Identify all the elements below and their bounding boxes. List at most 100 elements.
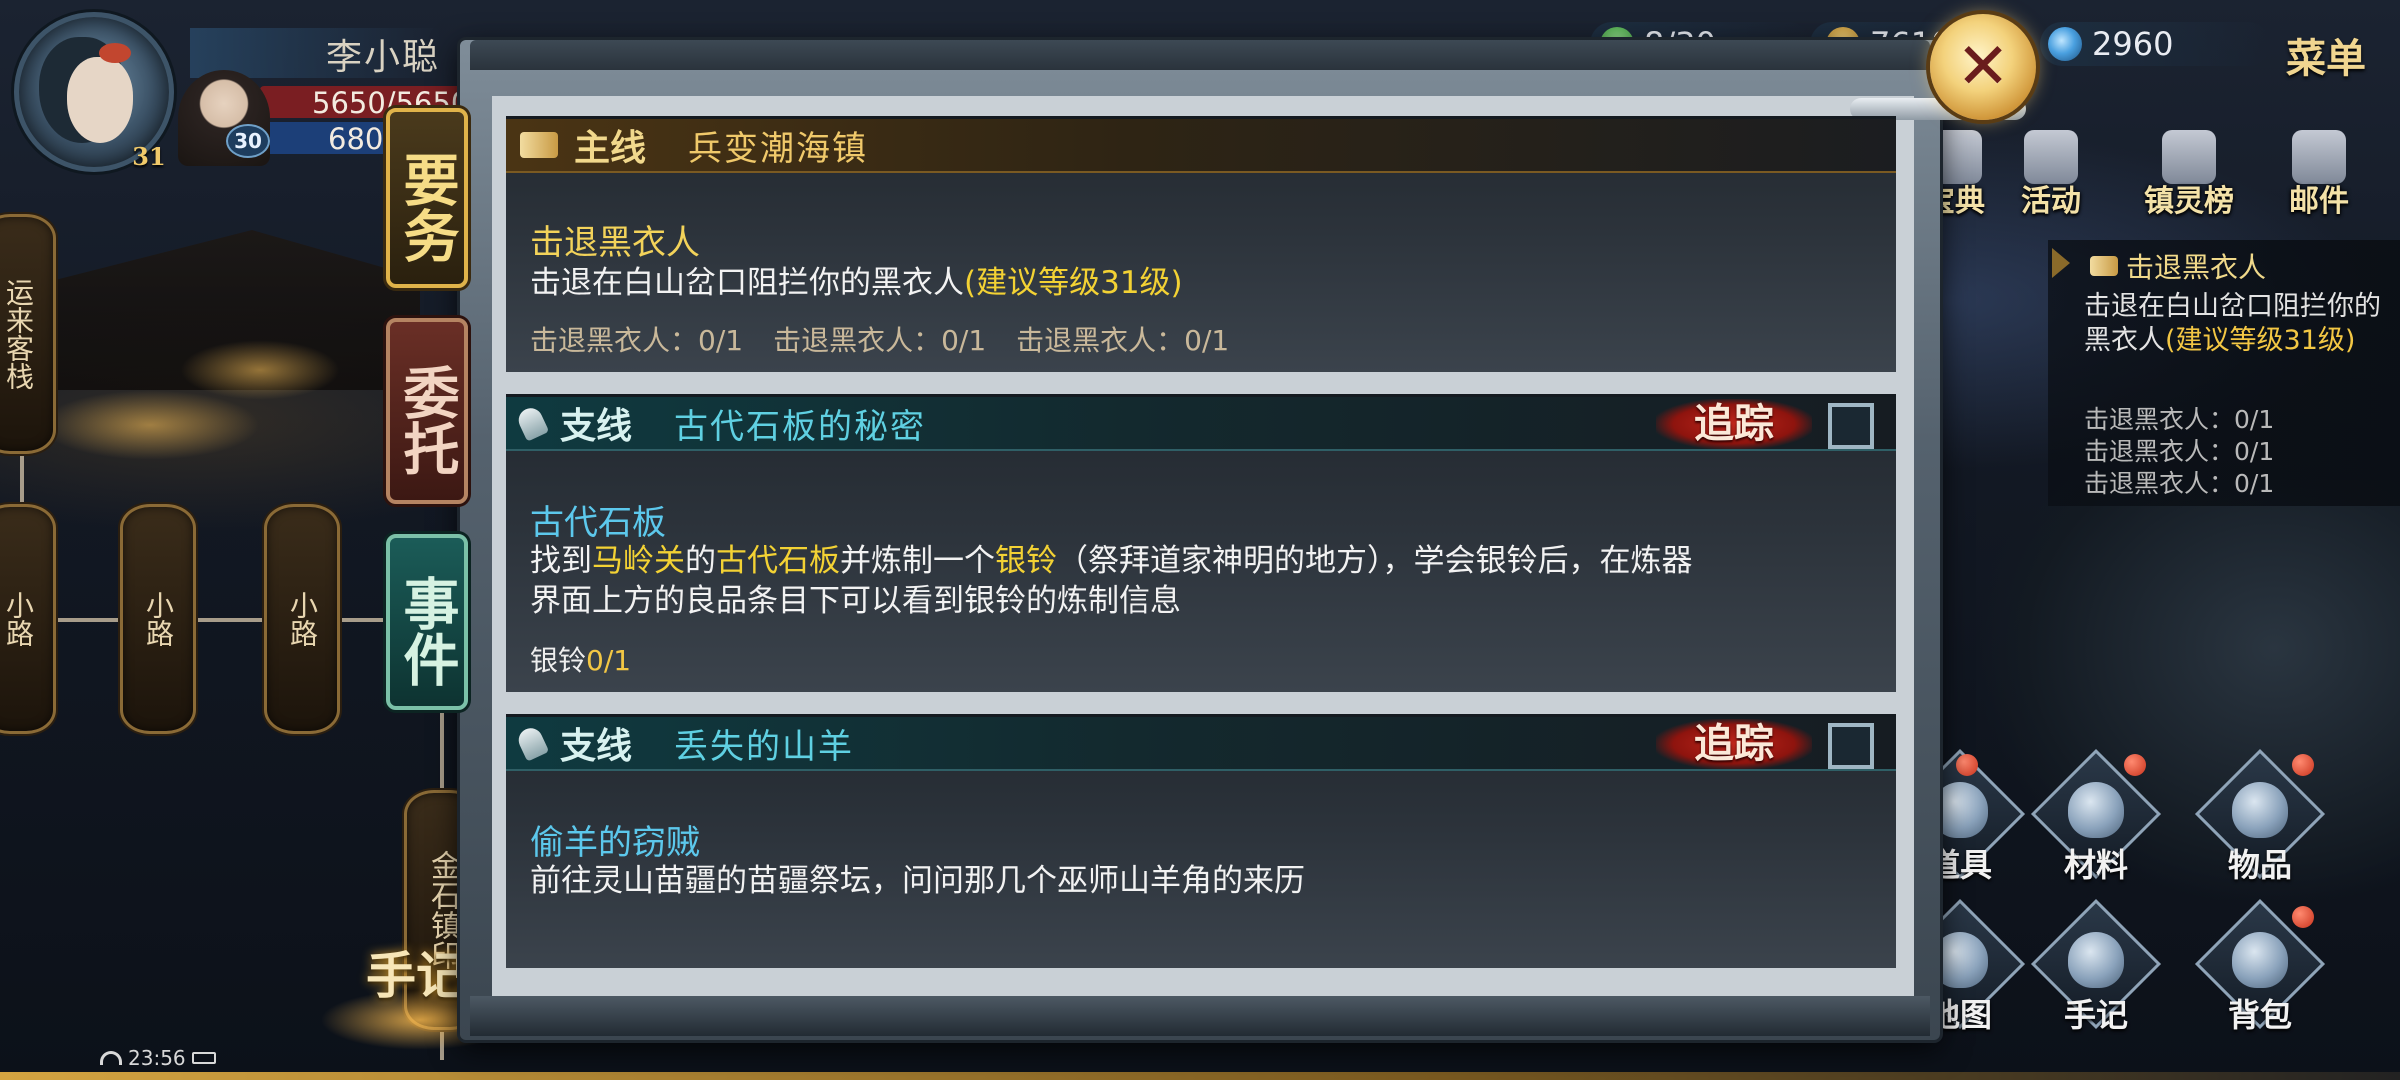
player-level: 31 <box>132 142 166 171</box>
quest-recommend: (建议等级31级) <box>964 265 1183 301</box>
item-bag-icon <box>2232 782 2288 838</box>
material-bag-icon <box>2068 782 2124 838</box>
map-node-path-1[interactable]: 小路 <box>0 504 56 734</box>
bag-label: 物品 <box>2227 846 2292 884</box>
scroll-icon <box>520 132 558 158</box>
lit-window <box>40 390 260 460</box>
track-button[interactable]: 追踪 <box>1656 719 1812 769</box>
quest-category: 支线 <box>560 725 633 767</box>
tracker-objective: 击退黑衣人：0/1 <box>2084 405 2275 434</box>
tab-delegations[interactable]: 委托 <box>386 318 468 504</box>
menu-button[interactable]: 菜单 <box>2286 26 2366 84</box>
tracker-desc: 击退在白山岔口阻拦你的黑衣人(建议等级31级) <box>2084 290 2384 358</box>
desc-segment: 并炼制一个 <box>840 543 995 579</box>
quest-card-side-2[interactable]: 支线 丢失的山羊 追踪 偷羊的窃贼 前往灵山苗疆的苗疆祭坛，问问那几个巫师山羊角… <box>506 714 1896 968</box>
status-bar: 23:56 <box>100 1046 216 1070</box>
tracker-objective: 击退黑衣人：0/1 <box>2084 469 2275 498</box>
gem-display: 2960 <box>2048 22 2173 66</box>
brush-icon <box>514 724 550 762</box>
top-icon-label: 镇灵榜 <box>2144 184 2234 219</box>
desc-highlight: 银铃 <box>995 543 1057 579</box>
quest-header: 支线 古代石板的秘密 追踪 <box>506 397 1896 451</box>
close-icon: ✕ <box>1956 30 2010 104</box>
tracker-objective: 击退黑衣人：0/1 <box>2084 437 2275 466</box>
bag-button-items[interactable]: 物品 <box>2194 748 2326 884</box>
tracker-recommend: (建议等级31级) <box>2165 325 2356 356</box>
map-node-path-3[interactable]: 小路 <box>264 504 340 734</box>
quest-objective: 击退黑衣人：0/1 <box>773 324 987 357</box>
quest-progress: 银铃0/1 <box>530 639 631 679</box>
quest-header: 主线 兵变潮海镇 <box>506 119 1896 173</box>
top-icon-label: 邮件 <box>2289 184 2349 219</box>
quest-title: 偷羊的窃贼 <box>530 823 700 863</box>
notification-dot <box>2292 906 2314 928</box>
top-icon-activity[interactable]: 活动 <box>1996 130 2106 219</box>
bag-label: 材料 <box>2063 846 2128 884</box>
quest-desc-text: 击退在白山岔口阻拦你的黑衣人 <box>530 265 964 301</box>
quest-chapter: 古代石板的秘密 <box>674 406 927 447</box>
close-button[interactable]: ✕ <box>1930 14 2036 120</box>
quest-objective: 击退黑衣人：0/1 <box>530 324 744 357</box>
avatar-face <box>67 57 133 143</box>
quest-desc: 前往灵山苗疆的苗疆祭坛，问问那几个巫师山羊角的来历 <box>530 863 1305 899</box>
backpack-icon <box>2232 932 2288 988</box>
journal-icon <box>2068 932 2124 988</box>
quest-header: 支线 丢失的山羊 追踪 <box>506 717 1896 771</box>
desc-highlight: 古代石板 <box>716 543 840 579</box>
journal-button-label: 手记 <box>366 946 466 1005</box>
notification-dot <box>1956 754 1978 776</box>
track-button[interactable]: 追踪 <box>1656 399 1812 449</box>
map-icon <box>1932 932 1988 988</box>
companion-level: 30 <box>226 124 270 158</box>
tracker-title-text: 击退黑衣人 <box>2126 251 2267 284</box>
quest-card-main[interactable]: 主线 兵变潮海镇 击退黑衣人 击退在白山岔口阻拦你的黑衣人(建议等级31级) 击… <box>506 116 1896 372</box>
bag-label: 背包 <box>2227 996 2292 1034</box>
dialog-top-rod <box>470 40 1930 70</box>
desc-segment: 的 <box>685 543 716 579</box>
tracker-title[interactable]: 击退黑衣人 <box>2090 246 2266 286</box>
gem-icon <box>2048 27 2082 61</box>
quest-title: 击退黑衣人 <box>530 223 700 263</box>
tab-label: 委托 <box>394 364 460 476</box>
dialog-bottom-rod <box>470 996 1930 1036</box>
progress-label: 银铃 <box>530 644 587 677</box>
track-checkbox[interactable] <box>1828 723 1874 769</box>
desc-segment: （祭拜道家神明的地方），学会银铃后，在炼器 <box>1057 543 1693 579</box>
clock-time: 23:56 <box>128 1046 186 1070</box>
top-icon-mail[interactable]: 邮件 <box>2264 130 2374 219</box>
tab-label: 要务 <box>394 151 460 263</box>
quest-title: 古代石板 <box>530 503 666 543</box>
quest-objective: 击退黑衣人：0/1 <box>1016 324 1230 357</box>
top-icon-ranking[interactable]: 镇灵榜 <box>2124 130 2254 219</box>
map-node-inn[interactable]: 运来客栈 <box>0 214 56 454</box>
quest-desc: 击退在白山岔口阻拦你的黑衣人(建议等级31级) <box>530 263 1880 303</box>
brush-icon <box>514 404 550 442</box>
notification-dot <box>2292 754 2314 776</box>
bag-button-materials[interactable]: 材料 <box>2030 748 2162 884</box>
quest-chapter: 兵变潮海镇 <box>688 128 869 169</box>
scroll-icon <box>2090 256 2118 276</box>
quest-chapter: 丢失的山羊 <box>674 726 855 767</box>
desc-highlight: 马岭关 <box>592 543 685 579</box>
quest-objectives: 击退黑衣人：0/1 击退黑衣人：0/1 击退黑衣人：0/1 <box>530 319 1229 359</box>
lit-window <box>180 340 340 400</box>
battery-icon <box>191 1052 216 1064</box>
mp-value: 680 <box>328 122 384 156</box>
tool-bag-icon <box>1932 782 1988 838</box>
tab-events[interactable]: 事件 <box>386 534 468 710</box>
player-name: 李小聪 <box>326 37 441 78</box>
exp-strip <box>0 1072 2400 1080</box>
quest-category: 主线 <box>574 127 647 169</box>
tab-label: 事件 <box>394 575 460 687</box>
desc-segment: 找到 <box>530 543 592 579</box>
bag-button-journal[interactable]: 手记 <box>2030 898 2162 1034</box>
progress-value: 0/1 <box>586 644 632 677</box>
track-checkbox[interactable] <box>1828 403 1874 449</box>
tab-main-tasks[interactable]: 要务 <box>386 108 468 288</box>
top-icon-label: 活动 <box>2021 184 2081 219</box>
wifi-icon <box>100 1051 122 1065</box>
map-path <box>40 618 400 622</box>
quest-card-side-1[interactable]: 支线 古代石板的秘密 追踪 古代石板 找到马岭关的古代石板并炼制一个银铃（祭拜道… <box>506 394 1896 692</box>
bag-button-backpack[interactable]: 背包 <box>2194 898 2326 1034</box>
map-node-path-2[interactable]: 小路 <box>120 504 196 734</box>
